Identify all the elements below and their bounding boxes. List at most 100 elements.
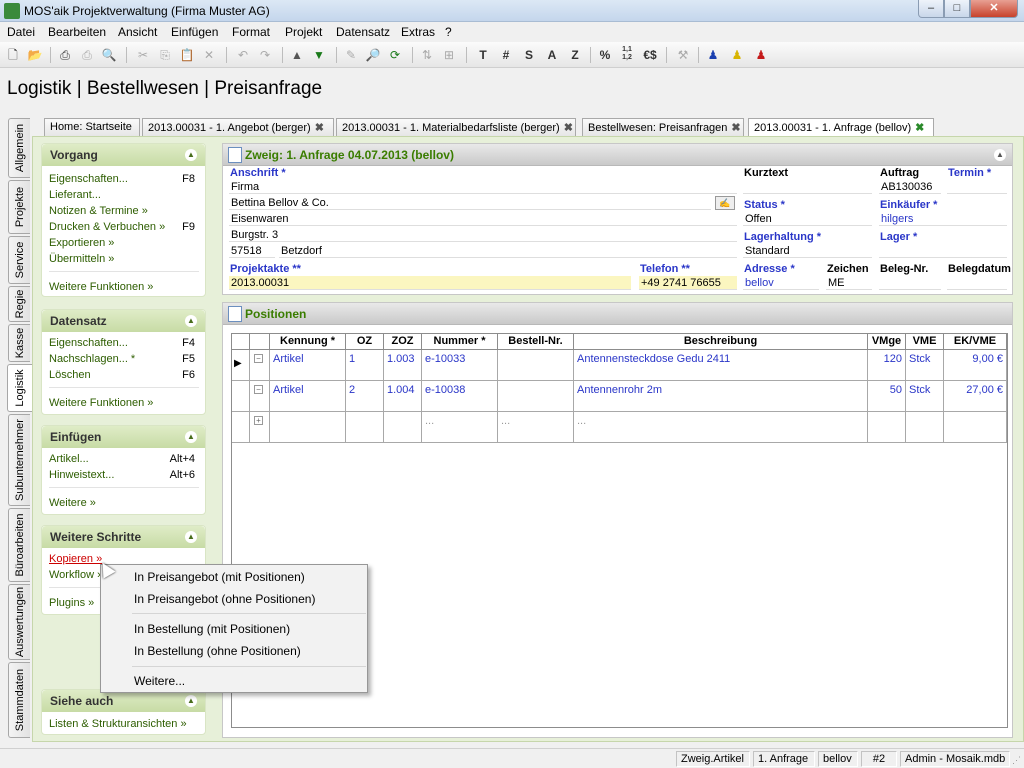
vtab-allgemein[interactable]: Allgemein	[8, 118, 30, 178]
task-kopieren[interactable]: Kopieren »	[49, 553, 102, 565]
vtab-kasse[interactable]: Kasse	[8, 324, 30, 362]
cell-beschreibung[interactable]: Antennensteckdose Gedu 2411	[574, 350, 868, 381]
cell-nummer[interactable]: ...	[422, 412, 498, 443]
cell-beschreibung[interactable]: ...	[574, 412, 868, 443]
row-selector[interactable]	[232, 381, 250, 412]
telefon-field[interactable]: +49 2741 76655	[639, 276, 737, 290]
close-tab-icon[interactable]: ✖	[315, 122, 324, 134]
vtab-subunternehmer[interactable]: Subunternehmer	[8, 414, 30, 506]
cell-bestellnr[interactable]: ...	[498, 412, 574, 443]
cell-ek[interactable]: 9,00 €	[944, 350, 1007, 381]
cell-zoz[interactable]	[384, 412, 422, 443]
doc-tab-angebot[interactable]: 2013.00031 - 1. Angebot (berger) ✖	[142, 118, 334, 136]
text-format-icon[interactable]: T	[474, 46, 492, 64]
col-vmge[interactable]: VMge	[868, 334, 906, 350]
section-header[interactable]: Datensatz ▲	[42, 310, 205, 332]
expand-cell[interactable]: −	[250, 381, 270, 412]
section-header[interactable]: Weitere Schritte ▲	[42, 526, 205, 548]
cell-beschreibung[interactable]: Antennenrohr 2m	[574, 381, 868, 412]
task-plugins[interactable]: Plugins »	[49, 597, 94, 609]
collapse-icon[interactable]: ▲	[185, 315, 197, 327]
task-workflow[interactable]: Workflow »	[49, 569, 103, 581]
row-selector-icon[interactable]: ▶	[232, 350, 250, 381]
menu-item-bestellung-ohne[interactable]: In Bestellung (ohne Positionen)	[134, 644, 301, 658]
cell-kennung[interactable]	[270, 412, 346, 443]
task-ds-weitere[interactable]: Weitere Funktionen »	[49, 397, 153, 409]
vtab-auswertungen[interactable]: Auswertungen	[8, 584, 30, 660]
task-hinweistext[interactable]: Hinweistext...	[49, 469, 114, 481]
s-format-icon[interactable]: S	[520, 46, 538, 64]
address-book-icon[interactable]: ✍	[715, 196, 735, 210]
vtab-service[interactable]: Service	[8, 236, 30, 284]
task-artikel[interactable]: Artikel...	[49, 453, 89, 465]
paste-icon[interactable]: 📋	[178, 46, 196, 64]
col-kennung[interactable]: Kennung *	[270, 334, 346, 350]
vtab-regie[interactable]: Regie	[8, 286, 30, 322]
cell-nummer[interactable]: e-10038	[422, 381, 498, 412]
lagerhaltung-field[interactable]: Standard	[743, 244, 872, 258]
number-format-icon[interactable]: #	[497, 46, 515, 64]
col-oz[interactable]: OZ	[346, 334, 384, 350]
undo-icon[interactable]: ↶	[234, 46, 252, 64]
cell-oz[interactable]: 1	[346, 350, 384, 381]
doc-tab-preisanfragen[interactable]: Bestellwesen: Preisanfragen ✖	[582, 118, 744, 136]
arrow-down-icon[interactable]: ▼	[310, 46, 328, 64]
anschrift-line-2[interactable]: Bettina Bellov & Co.	[229, 196, 711, 210]
expand-cell[interactable]: +	[250, 412, 270, 443]
menu-datei[interactable]: Datei	[7, 25, 35, 39]
print-icon[interactable]: ⎙	[56, 46, 74, 64]
collapse-icon[interactable]: ▲	[185, 431, 197, 443]
cell-ek[interactable]: 27,00 €	[944, 381, 1007, 412]
currency-icon[interactable]: €$	[641, 46, 659, 64]
plugin-red-icon[interactable]: ♟	[752, 46, 770, 64]
menu-ansicht[interactable]: Ansicht	[118, 25, 157, 39]
close-tab-icon[interactable]: ✖	[915, 122, 924, 134]
section-header[interactable]: Siehe auch ▲	[42, 690, 205, 712]
vtab-logistik[interactable]: Logistik	[7, 364, 32, 412]
col-nummer[interactable]: Nummer *	[422, 334, 498, 350]
task-exportieren[interactable]: Exportieren »	[49, 237, 114, 249]
collapse-icon[interactable]: ▲	[185, 695, 197, 707]
calc-icon[interactable]: ⊞	[440, 46, 458, 64]
copy-icon[interactable]: ⎘	[156, 46, 174, 64]
zeichen-field[interactable]: ME	[826, 276, 872, 290]
vtab-stammdaten[interactable]: Stammdaten	[8, 662, 30, 738]
section-header[interactable]: Vorgang ▲	[42, 144, 205, 166]
kurztext-field[interactable]	[743, 180, 872, 194]
termin-field[interactable]	[947, 180, 1007, 194]
vtab-projekte[interactable]: Projekte	[8, 180, 30, 234]
col-beschreibung[interactable]: Beschreibung	[574, 334, 868, 350]
task-eigenschaften[interactable]: Eigenschaften...	[49, 173, 128, 185]
menu-bearbeiten[interactable]: Bearbeiten	[48, 25, 106, 39]
cell-vmge[interactable]	[868, 412, 906, 443]
menu-item-bestellung-mit[interactable]: In Bestellung (mit Positionen)	[134, 622, 290, 636]
cut-icon[interactable]: ✂	[134, 46, 152, 64]
section-header[interactable]: Einfügen ▲	[42, 426, 205, 448]
arrow-up-icon[interactable]: ▲	[288, 46, 306, 64]
refresh-icon[interactable]: ⟳	[386, 46, 404, 64]
menu-format[interactable]: Format	[232, 25, 270, 39]
cell-ek[interactable]	[944, 412, 1007, 443]
task-ds-eigenschaften[interactable]: Eigenschaften...	[49, 337, 128, 349]
cell-zoz[interactable]: 1.003	[384, 350, 422, 381]
anschrift-line-1[interactable]: Firma	[229, 180, 737, 194]
task-listen[interactable]: Listen & Strukturansichten »	[49, 718, 187, 730]
close-button[interactable]: ✕	[970, 0, 1018, 18]
cell-vmge[interactable]: 50	[868, 381, 906, 412]
pen-icon[interactable]: ✎	[342, 46, 360, 64]
cell-nummer[interactable]: e-10033	[422, 350, 498, 381]
plz-field[interactable]: 57518	[229, 244, 275, 258]
task-einf-weitere[interactable]: Weitere »	[49, 497, 96, 509]
collapse-icon[interactable]: ▲	[185, 531, 197, 543]
anschrift-line-3[interactable]: Eisenwaren	[229, 212, 737, 226]
cell-oz[interactable]	[346, 412, 384, 443]
expand-icon[interactable]: −	[254, 385, 263, 394]
col-vme[interactable]: VME	[906, 334, 944, 350]
find-icon[interactable]: 🔎	[364, 46, 382, 64]
task-weitere-funktionen[interactable]: Weitere Funktionen »	[49, 281, 153, 293]
col-ek[interactable]: EK/VME	[944, 334, 1007, 350]
plugin-blue-icon[interactable]: ♟	[704, 46, 722, 64]
expand-icon[interactable]: −	[254, 354, 263, 363]
cell-bestellnr[interactable]	[498, 381, 574, 412]
resize-grip-icon[interactable]: ⋰	[1012, 755, 1021, 766]
